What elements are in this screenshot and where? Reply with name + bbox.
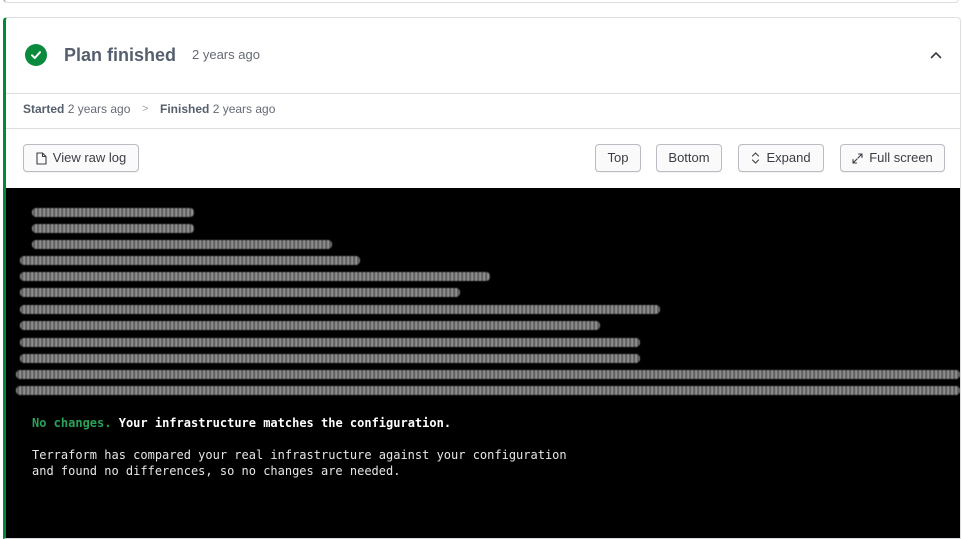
redacted-log-line — [16, 370, 960, 379]
no-changes-status: No changes. — [32, 416, 112, 430]
plan-detail: Terraform has compared your real infrast… — [32, 447, 567, 479]
bottom-button[interactable]: Bottom — [656, 144, 722, 172]
redacted-log-line — [32, 240, 332, 249]
card-header[interactable]: Plan finished 2 years ago — [6, 18, 960, 94]
full-screen-label: Full screen — [869, 150, 933, 165]
page-title: Plan finished — [64, 45, 177, 65]
finished-info: Finished 2 years ago — [160, 94, 275, 124]
detail-line: and found no differences, so no changes … — [32, 464, 401, 478]
started-label: Started — [23, 102, 65, 116]
started-time: 2 years ago — [67, 102, 131, 116]
expand-button[interactable]: Expand — [738, 144, 824, 172]
file-icon — [36, 151, 47, 165]
expand-vertical-icon — [752, 152, 760, 164]
redacted-log-line — [32, 208, 194, 217]
expand-label: Expand — [766, 150, 811, 165]
redacted-log-line — [20, 321, 600, 330]
redacted-log-line — [20, 272, 490, 281]
finished-label: Finished — [160, 102, 210, 116]
chevron-up-icon[interactable] — [926, 45, 946, 65]
started-info: Started 2 years ago — [23, 94, 130, 124]
plan-summary-line: No changes. Your infrastructure matches … — [32, 415, 451, 431]
finished-time: 2 years ago — [212, 102, 276, 116]
redacted-log-line — [16, 386, 960, 395]
top-label: Top — [607, 150, 629, 165]
check-circle-icon — [25, 44, 47, 66]
previous-run-card — [3, 0, 959, 3]
detail-line: Terraform has compared your real infrast… — [32, 448, 567, 462]
redacted-log-line — [32, 224, 194, 233]
run-timeline: Started 2 years ago > Finished 2 years a… — [6, 94, 960, 129]
redacted-log-line — [20, 256, 360, 265]
view-raw-log-label: View raw log — [52, 150, 127, 165]
view-raw-log-button[interactable]: View raw log — [23, 144, 139, 172]
relative-time: 2 years ago — [192, 47, 260, 62]
bottom-label: Bottom — [668, 150, 710, 165]
redacted-log-line — [20, 305, 660, 314]
summary-message: Your infrastructure matches the configur… — [118, 416, 452, 430]
full-screen-button[interactable]: Full screen — [840, 144, 945, 172]
top-button[interactable]: Top — [595, 144, 641, 172]
redacted-log-line — [20, 338, 640, 347]
maximize-icon — [852, 152, 863, 164]
redacted-log-line — [20, 288, 460, 297]
plan-run-card: Plan finished 2 years ago Started 2 year… — [3, 17, 961, 539]
redacted-log-line — [20, 354, 640, 363]
log-output[interactable]: No changes. Your infrastructure matches … — [6, 188, 960, 538]
timeline-separator: > — [142, 103, 149, 115]
